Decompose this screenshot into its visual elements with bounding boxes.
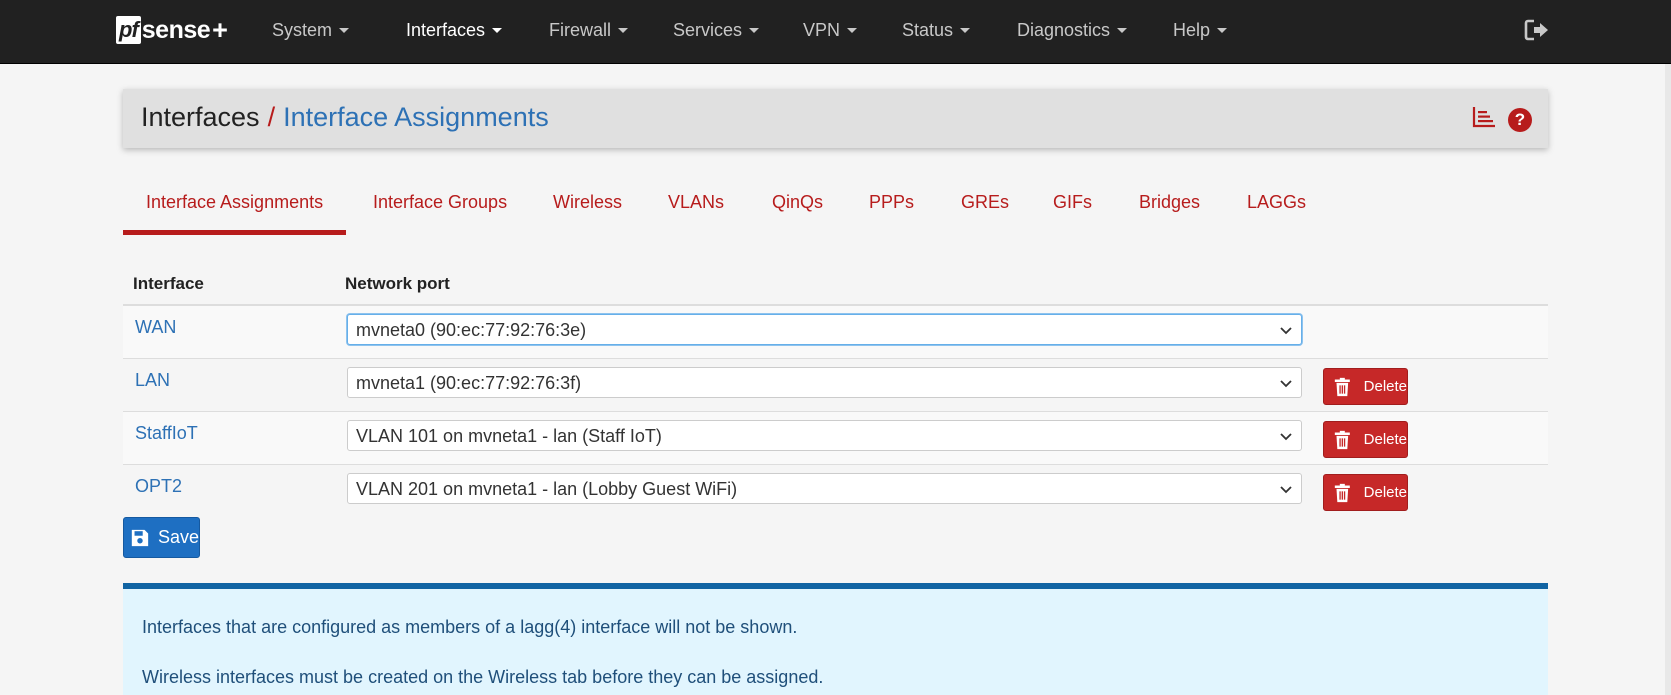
interface-link-staffiot[interactable]: StaffIoT bbox=[135, 423, 198, 444]
chevron-down-icon bbox=[1280, 380, 1292, 388]
chevron-down-icon bbox=[339, 27, 350, 33]
tab-gres[interactable]: GREs bbox=[961, 192, 1009, 213]
delete-button-staffiot[interactable]: Delete bbox=[1323, 421, 1408, 458]
delete-label: Delete bbox=[1363, 431, 1407, 448]
chevron-down-icon bbox=[1280, 433, 1292, 441]
nav-diagnostics[interactable]: Diagnostics bbox=[1017, 20, 1128, 41]
nav-help[interactable]: Help bbox=[1173, 20, 1228, 41]
select-value: VLAN 101 on mvneta1 - lan (Staff IoT) bbox=[356, 426, 662, 446]
breadcrumb-separator: / bbox=[267, 102, 276, 132]
chevron-down-icon bbox=[960, 27, 971, 33]
interface-link-wan[interactable]: WAN bbox=[135, 317, 176, 338]
select-value: mvneta0 (90:ec:77:92:76:3e) bbox=[356, 320, 587, 340]
network-port-select-staffiot[interactable]: VLAN 101 on mvneta1 - lan (Staff IoT) bbox=[347, 420, 1302, 451]
tab-bridges[interactable]: Bridges bbox=[1139, 192, 1200, 213]
table-row: LAN mvneta1 (90:ec:77:92:76:3f) Delete bbox=[123, 359, 1548, 412]
page-scrollbar[interactable] bbox=[1665, 64, 1671, 695]
nav-vpn[interactable]: VPN bbox=[803, 20, 858, 41]
table-row: OPT2 VLAN 201 on mvneta1 - lan (Lobby Gu… bbox=[123, 465, 1548, 518]
network-port-select-wan[interactable]: mvneta0 (90:ec:77:92:76:3e) bbox=[347, 314, 1302, 345]
tab-gifs[interactable]: GIFs bbox=[1053, 192, 1092, 213]
breadcrumb-parent[interactable]: Interfaces bbox=[141, 102, 260, 132]
select-value: mvneta1 (90:ec:77:92:76:3f) bbox=[356, 373, 582, 393]
tab-ppps[interactable]: PPPs bbox=[869, 192, 914, 213]
breadcrumb-panel: Interfaces / Interface Assignments ? bbox=[123, 89, 1548, 148]
bar-chart-icon[interactable] bbox=[1472, 106, 1496, 133]
help-icon[interactable]: ? bbox=[1508, 107, 1532, 132]
tab-laggs[interactable]: LAGGs bbox=[1247, 192, 1306, 213]
table-row: WAN mvneta0 (90:ec:77:92:76:3e) bbox=[123, 306, 1548, 359]
delete-label: Delete bbox=[1363, 378, 1407, 395]
table-header: Interface Network port bbox=[123, 262, 1548, 306]
trash-icon bbox=[1334, 483, 1350, 502]
nav-services[interactable]: Services bbox=[673, 20, 760, 41]
delete-button-lan[interactable]: Delete bbox=[1323, 368, 1408, 405]
logo-pf: pf bbox=[116, 16, 141, 44]
interface-link-lan[interactable]: LAN bbox=[135, 370, 170, 391]
logo-plus: + bbox=[212, 14, 228, 45]
info-line-wireless: Wireless interfaces must be created on t… bbox=[142, 667, 824, 687]
chevron-down-icon bbox=[749, 27, 760, 33]
pfsense-logo[interactable]: pf sense + bbox=[116, 14, 228, 46]
info-line-lagg: Interfaces that are configured as member… bbox=[142, 617, 798, 637]
chevron-down-icon bbox=[1117, 27, 1128, 33]
tab-qinqs[interactable]: QinQs bbox=[772, 192, 823, 213]
nav-firewall[interactable]: Firewall bbox=[549, 20, 629, 41]
chevron-down-icon bbox=[1280, 486, 1292, 494]
network-port-select-lan[interactable]: mvneta1 (90:ec:77:92:76:3f) bbox=[347, 367, 1302, 398]
breadcrumb-current[interactable]: Interface Assignments bbox=[283, 102, 549, 132]
select-value: VLAN 201 on mvneta1 - lan (Lobby Guest W… bbox=[356, 479, 738, 499]
chevron-down-icon bbox=[1280, 327, 1292, 335]
tab-interface-groups[interactable]: Interface Groups bbox=[373, 192, 507, 213]
breadcrumb-icons: ? bbox=[1472, 106, 1532, 133]
top-navbar: pf sense + System Interfaces Firewall Se… bbox=[0, 0, 1671, 64]
chevron-down-icon bbox=[847, 27, 858, 33]
breadcrumb: Interfaces / Interface Assignments bbox=[141, 102, 549, 133]
interface-link-opt2[interactable]: OPT2 bbox=[135, 476, 182, 497]
header-interface: Interface bbox=[133, 274, 204, 293]
tab-wireless[interactable]: Wireless bbox=[553, 192, 622, 213]
logo-sense: sense bbox=[141, 15, 211, 44]
nav-status[interactable]: Status bbox=[902, 20, 971, 41]
chevron-down-icon bbox=[618, 27, 629, 33]
delete-label: Delete bbox=[1363, 484, 1407, 501]
active-tab-indicator bbox=[123, 230, 346, 235]
delete-button-opt2[interactable]: Delete bbox=[1323, 474, 1408, 511]
nav-system[interactable]: System bbox=[272, 20, 350, 41]
trash-icon bbox=[1334, 430, 1350, 449]
save-button[interactable]: Save bbox=[123, 517, 200, 558]
logout-icon[interactable] bbox=[1524, 18, 1550, 42]
nav-interfaces[interactable]: Interfaces bbox=[406, 20, 503, 41]
floppy-disk-icon bbox=[131, 529, 149, 546]
trash-icon bbox=[1334, 377, 1350, 396]
network-port-select-opt2[interactable]: VLAN 201 on mvneta1 - lan (Lobby Guest W… bbox=[347, 473, 1302, 504]
info-alert: Interfaces that are configured as member… bbox=[123, 583, 1548, 695]
tab-interface-assignments[interactable]: Interface Assignments bbox=[146, 192, 323, 213]
table-row: StaffIoT VLAN 101 on mvneta1 - lan (Staf… bbox=[123, 412, 1548, 465]
chevron-down-icon bbox=[1217, 27, 1228, 33]
chevron-down-icon bbox=[492, 27, 503, 33]
save-label: Save bbox=[157, 527, 199, 547]
header-network-port: Network port bbox=[345, 274, 450, 293]
tab-vlans[interactable]: VLANs bbox=[668, 192, 724, 213]
